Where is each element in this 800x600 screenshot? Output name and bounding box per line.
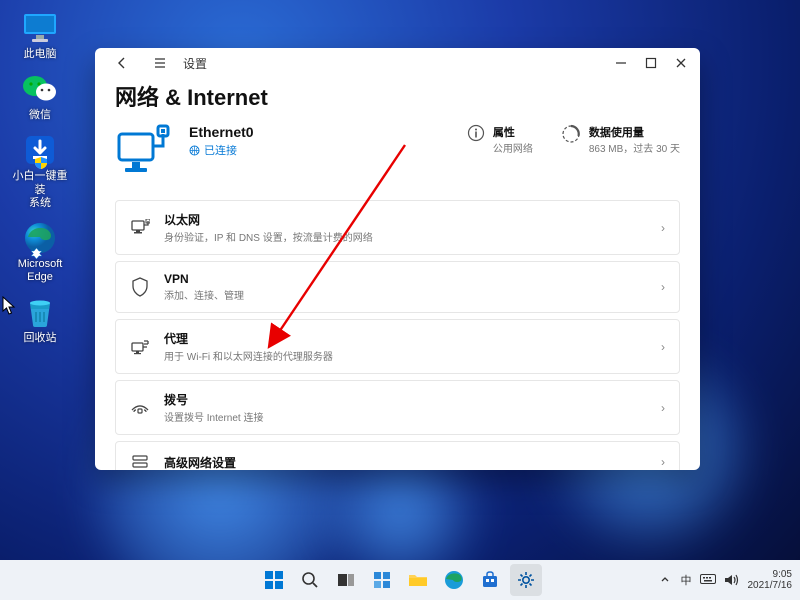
- chevron-right-icon: ›: [661, 280, 665, 294]
- data-usage-link[interactable]: 数据使用量863 MB，过去 30 天: [561, 124, 680, 155]
- close-button[interactable]: [666, 48, 696, 78]
- adapter-icon: [115, 124, 173, 182]
- dialup-icon: [130, 398, 150, 418]
- monitor-icon: [22, 10, 58, 46]
- advanced-icon: [130, 452, 150, 470]
- installer-icon: [22, 132, 58, 168]
- desktop-icon-label: 回收站: [24, 332, 57, 345]
- chevron-right-icon: ›: [661, 340, 665, 354]
- taskbar-center: [258, 564, 542, 596]
- widgets-button[interactable]: [366, 564, 398, 596]
- data-usage-icon: [561, 124, 581, 144]
- shield-icon: [130, 277, 150, 297]
- settings-window: 设置 网络 & Internet Ethernet0 已连接: [95, 48, 700, 470]
- edge-icon: [22, 220, 58, 256]
- volume-icon[interactable]: [724, 572, 740, 588]
- adapter-status: 已连接: [189, 142, 254, 158]
- adapter-name: Ethernet0: [189, 124, 254, 140]
- wechat-icon: [22, 71, 58, 107]
- desktop-icon-this-pc[interactable]: 此电脑: [8, 8, 72, 63]
- chevron-right-icon: ›: [661, 221, 665, 235]
- desktop-icon-xiaobai[interactable]: 小白一键重装 系统: [8, 130, 72, 212]
- settings-taskbar-button[interactable]: [510, 564, 542, 596]
- chevron-right-icon: ›: [661, 401, 665, 415]
- taskview-button[interactable]: [330, 564, 362, 596]
- row-vpn[interactable]: VPN添加、连接、管理 ›: [115, 261, 680, 313]
- titlebar: 设置: [95, 48, 700, 78]
- search-button[interactable]: [294, 564, 326, 596]
- clock[interactable]: 9:05 2021/7/16: [748, 569, 793, 591]
- store-button[interactable]: [474, 564, 506, 596]
- settings-content: 网络 & Internet Ethernet0 已连接 属性公用网络: [95, 78, 700, 470]
- desktop-icon-label: 微信: [29, 109, 51, 122]
- chevron-right-icon: ›: [661, 455, 665, 469]
- settings-list: 以太网身份验证，IP 和 DNS 设置，按流量计费的网络 › VPN添加、连接、…: [115, 200, 680, 470]
- desktop-icon-recycle-bin[interactable]: 回收站: [8, 292, 72, 347]
- ime-icon[interactable]: [700, 572, 716, 588]
- info-icon: [467, 124, 485, 142]
- taskbar: 中 9:05 2021/7/16: [0, 560, 800, 600]
- minimize-button[interactable]: [606, 48, 636, 78]
- desktop-icon-label: 此电脑: [24, 48, 57, 61]
- desktop: 此电脑 微信 小白一键重装 系统 Microsoft Edge 回收站: [8, 8, 72, 348]
- row-advanced[interactable]: 高级网络设置 ›: [115, 441, 680, 470]
- desktop-icon-edge[interactable]: Microsoft Edge: [8, 218, 72, 286]
- desktop-icon-label: Microsoft Edge: [18, 258, 63, 284]
- ime-lang[interactable]: 中: [681, 572, 692, 588]
- edge-taskbar-button[interactable]: [438, 564, 470, 596]
- app-title: 设置: [183, 55, 207, 72]
- page-title: 网络 & Internet: [115, 80, 680, 112]
- ethernet-icon: [130, 218, 150, 238]
- maximize-button[interactable]: [636, 48, 666, 78]
- system-tray: 中 9:05 2021/7/16: [657, 569, 793, 591]
- back-button[interactable]: [107, 48, 137, 78]
- network-header: Ethernet0 已连接 属性公用网络 数据使用量863 MB，过去 30 天: [115, 124, 680, 182]
- tray-overflow-button[interactable]: [657, 572, 673, 588]
- row-dialup[interactable]: 拨号设置拨号 Internet 连接 ›: [115, 380, 680, 435]
- desktop-icon-label: 小白一键重装 系统: [8, 170, 72, 210]
- globe-icon: [189, 145, 200, 156]
- properties-link[interactable]: 属性公用网络: [467, 124, 533, 155]
- start-button[interactable]: [258, 564, 290, 596]
- row-proxy[interactable]: 代理用于 Wi-Fi 和以太网连接的代理服务器 ›: [115, 319, 680, 374]
- desktop-icon-wechat[interactable]: 微信: [8, 69, 72, 124]
- nav-button[interactable]: [145, 48, 175, 78]
- row-ethernet[interactable]: 以太网身份验证，IP 和 DNS 设置，按流量计费的网络 ›: [115, 200, 680, 255]
- explorer-button[interactable]: [402, 564, 434, 596]
- proxy-icon: [130, 337, 150, 357]
- recycle-bin-icon: [22, 294, 58, 330]
